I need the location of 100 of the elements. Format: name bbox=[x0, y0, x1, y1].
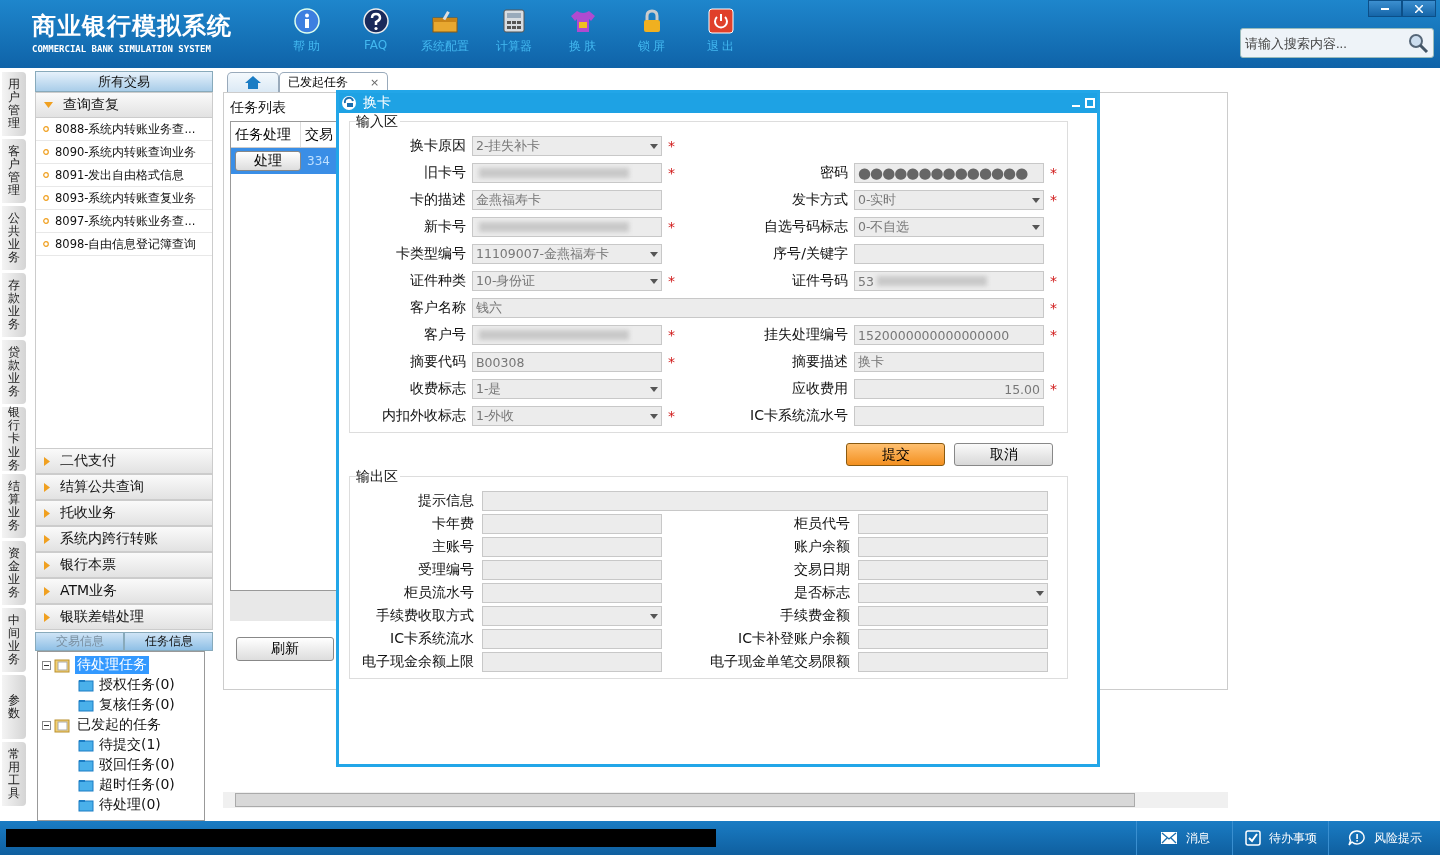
transaction-item[interactable]: 8097-系统内转账业务查... bbox=[36, 210, 212, 233]
column-header: 任务处理 bbox=[231, 122, 301, 147]
circle-bullet-icon bbox=[43, 126, 49, 132]
input-field[interactable]: 金燕福寿卡 bbox=[472, 190, 662, 210]
dialog-button[interactable]: 提交 bbox=[846, 443, 945, 466]
tree-item[interactable]: 待提交(1) bbox=[97, 736, 163, 754]
maximize-icon[interactable] bbox=[1085, 98, 1095, 108]
tree-item[interactable]: 复核任务(0) bbox=[97, 696, 177, 714]
accordion-header[interactable]: 查询查复 bbox=[35, 92, 213, 118]
tree-item[interactable]: 待处理(0) bbox=[97, 796, 163, 814]
tree-item[interactable]: 超时任务(0) bbox=[97, 776, 177, 794]
input-field[interactable] bbox=[472, 163, 662, 183]
input-field[interactable] bbox=[858, 560, 1048, 580]
input-field[interactable]: 1520000000000000000 bbox=[854, 325, 1044, 345]
circle-bullet-icon bbox=[43, 241, 49, 247]
input-field[interactable] bbox=[482, 629, 662, 649]
refresh-button[interactable]: 刷新 bbox=[236, 637, 334, 661]
field-label: 证件种类 bbox=[409, 272, 466, 290]
input-field[interactable] bbox=[472, 217, 662, 237]
tree-item[interactable]: 授权任务(0) bbox=[97, 676, 177, 694]
dropdown-field[interactable]: 1-是 bbox=[472, 379, 662, 399]
dropdown-caret-icon bbox=[650, 613, 658, 619]
folder-icon bbox=[78, 778, 94, 792]
input-field[interactable]: 钱六 bbox=[472, 298, 1044, 318]
side-tab[interactable]: 常用工具 bbox=[2, 742, 26, 806]
dropdown-field[interactable]: 10-身份证 bbox=[472, 271, 662, 291]
transaction-item[interactable]: 8088-系统内转账业务查... bbox=[36, 118, 212, 141]
input-field[interactable] bbox=[858, 652, 1048, 672]
close-button[interactable] bbox=[1402, 0, 1436, 17]
dropdown-field[interactable]: 11109007-金燕福寿卡 bbox=[472, 244, 662, 264]
input-field[interactable] bbox=[858, 629, 1048, 649]
dialog-button[interactable]: 取消 bbox=[954, 443, 1053, 466]
input-field[interactable] bbox=[854, 244, 1044, 264]
accordion-header[interactable]: ATM业务 bbox=[35, 578, 213, 604]
dropdown-field[interactable]: 2-挂失补卡 bbox=[472, 136, 662, 156]
input-field[interactable] bbox=[482, 652, 662, 672]
dropdown-field[interactable] bbox=[482, 606, 662, 626]
input-field[interactable] bbox=[858, 606, 1048, 626]
input-field[interactable] bbox=[472, 325, 662, 345]
input-field[interactable] bbox=[854, 406, 1044, 426]
transaction-item[interactable]: 8091-发出自由格式信息 bbox=[36, 164, 212, 187]
tab[interactable]: 已发起任务 × bbox=[279, 72, 389, 92]
side-tab[interactable]: 存款业务 bbox=[2, 273, 26, 337]
side-tab[interactable]: 结算业务 bbox=[2, 474, 26, 538]
info-icon bbox=[293, 8, 320, 34]
input-field[interactable] bbox=[482, 491, 1048, 511]
input-field[interactable]: 15.00 bbox=[854, 379, 1044, 399]
side-tab[interactable]: 贷款业务 bbox=[2, 340, 26, 404]
required-asterisk: * bbox=[668, 408, 676, 424]
input-field[interactable] bbox=[482, 514, 662, 534]
side-tab[interactable]: 公共业务 bbox=[2, 206, 26, 270]
dropdown-field[interactable]: 0-实时 bbox=[854, 190, 1044, 210]
input-field[interactable] bbox=[858, 514, 1048, 534]
status-button[interactable]: 风险提示 bbox=[1328, 821, 1440, 855]
app-subtitle: COMMERCIAL BANK SIMULATION SYSTEM bbox=[32, 44, 212, 54]
horizontal-scrollbar[interactable] bbox=[223, 792, 1228, 808]
minimize-button[interactable] bbox=[1368, 0, 1402, 17]
accordion-header[interactable]: 银联差错处理 bbox=[35, 604, 213, 630]
input-field[interactable] bbox=[482, 560, 662, 580]
mail-icon bbox=[1159, 831, 1178, 845]
dropdown-field[interactable] bbox=[858, 583, 1048, 603]
side-tab[interactable]: 资金业务 bbox=[2, 541, 26, 605]
side-tab[interactable]: 银行卡业务 bbox=[2, 407, 26, 471]
accordion-header[interactable]: 托收业务 bbox=[35, 500, 213, 526]
input-field[interactable] bbox=[858, 537, 1048, 557]
input-field[interactable]: B00308 bbox=[472, 352, 662, 372]
transaction-item[interactable]: 8098-自由信息登记簿查询 bbox=[36, 233, 212, 256]
input-field[interactable] bbox=[482, 537, 662, 557]
process-button[interactable]: 处理 bbox=[235, 151, 301, 171]
required-asterisk: * bbox=[668, 165, 676, 181]
search-icon[interactable] bbox=[1407, 32, 1429, 54]
accordion-header[interactable]: 二代支付 bbox=[35, 448, 213, 474]
accordion-header[interactable]: 系统内跨行转账 bbox=[35, 526, 213, 552]
tab[interactable] bbox=[227, 72, 279, 92]
tree-item[interactable]: 已发起的任务 bbox=[75, 716, 163, 734]
status-button[interactable]: 消息 bbox=[1136, 821, 1232, 855]
status-button[interactable]: 待办事项 bbox=[1232, 821, 1328, 855]
input-field[interactable] bbox=[482, 583, 662, 603]
side-tab[interactable]: 客户管理 bbox=[2, 139, 26, 203]
password-field[interactable]: ●●●●●●●●●●●●●● bbox=[854, 163, 1044, 183]
input-field[interactable]: 换卡 bbox=[854, 352, 1044, 372]
close-icon[interactable]: × bbox=[370, 76, 380, 89]
calculator-icon bbox=[501, 8, 526, 34]
collapse-box-icon[interactable] bbox=[42, 720, 51, 730]
transaction-item[interactable]: 8090-系统内转账查询业务 bbox=[36, 141, 212, 164]
accordion-header[interactable]: 银行本票 bbox=[35, 552, 213, 578]
side-tab[interactable]: 参数 bbox=[2, 675, 26, 739]
search-field[interactable]: 请输入搜索内容... bbox=[1240, 28, 1434, 58]
open-folder-icon bbox=[54, 717, 72, 733]
side-tab[interactable]: 中间业务 bbox=[2, 608, 26, 672]
side-tab[interactable]: 用户管理 bbox=[2, 72, 26, 136]
required-asterisk: * bbox=[1050, 165, 1058, 181]
tree-item[interactable]: 驳回任务(0) bbox=[97, 756, 177, 774]
input-field[interactable]: 53 bbox=[854, 271, 1044, 291]
transaction-item[interactable]: 8093-系统内转账查复业务 bbox=[36, 187, 212, 210]
dropdown-field[interactable]: 1-外收 bbox=[472, 406, 662, 426]
dropdown-field[interactable]: 0-不自选 bbox=[854, 217, 1044, 237]
tab[interactable]: 任务信息 bbox=[124, 632, 213, 651]
collapse-box-icon[interactable] bbox=[42, 660, 51, 670]
accordion-header[interactable]: 结算公共查询 bbox=[35, 474, 213, 500]
